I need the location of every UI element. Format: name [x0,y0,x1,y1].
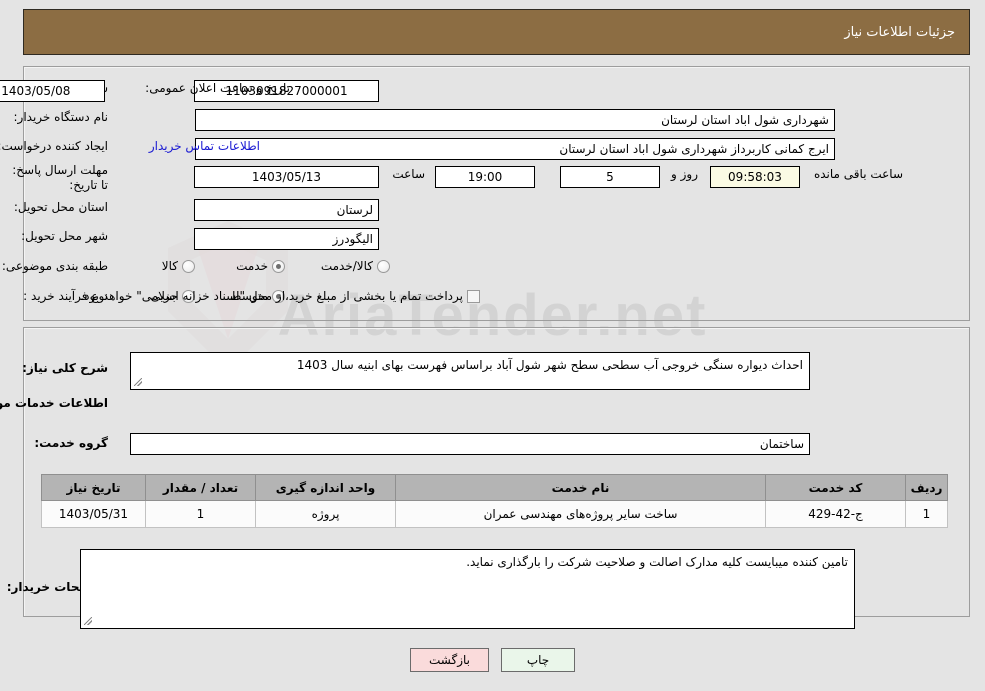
services-table-wrap: ردیف کد خدمت نام خدمت واحد اندازه گیری ت… [41,474,948,528]
category-option-kala-label: کالا [161,259,178,273]
category-option-kala-khedmat-label: کالا/خدمت [320,259,373,273]
table-row: 1 ج-42-429 ساخت سایر پروژه‌های مهندسی عم… [41,500,948,528]
city-label: شهر محل تحویل: [21,229,108,243]
remaining-days-label: روز و [671,167,698,181]
payment-checkbox[interactable] [467,289,480,303]
category-label: طبقه بندی موضوعی: [1,259,108,273]
payment-checkbox-label: پرداخت تمام یا بخشی از مبلغ خرید،از محل … [80,289,463,303]
deadline-label: مهلت ارسال پاسخ: تا تاریخ: [12,163,108,192]
deadline-hour-label-row: ساعت [392,167,425,181]
category-radio-kala-icon[interactable] [182,259,195,273]
remaining-days-value: 5 [560,166,660,188]
public-announce-value: 1403/05/08 - 08:14 [0,80,105,102]
deadline-date-value: 1403/05/13 [194,166,379,188]
buyer-org-label-row: نام دستگاه خریدار: [14,110,109,124]
category-option-kala[interactable]: کالا [160,259,195,273]
remaining-days-field: 5 [560,166,660,188]
page-title: جزئیات اطلاعات نیاز [844,24,955,40]
return-button[interactable]: بازگشت [410,648,489,672]
creator-value: ایرج کمانی کاربرداز شهرداری شول اباد است… [195,138,835,160]
remaining-time-field: 09:58:03 [710,166,800,188]
service-group-field: ساختمان [130,433,810,455]
general-desc-field-wrap[interactable]: احداث دیواره سنگی خروجی آب سطحی سطح شهر … [130,352,810,390]
action-buttons-bar: بازگشت چاپ [0,648,985,672]
deadline-label-row: مهلت ارسال پاسخ: تا تاریخ: [8,163,108,193]
city-label-row: شهر محل تحویل: [21,229,108,243]
buyer-org-label: نام دستگاه خریدار: [13,110,109,124]
print-button[interactable]: چاپ [501,648,575,672]
public-announce-label: تاریخ و ساعت اعلان عمومی: [145,81,290,95]
buyer-contact-link[interactable]: اطلاعات تماس خریدار [149,139,260,153]
remaining-time-label-row: ساعت باقی مانده [814,167,903,181]
category-radio-kala-khedmat-icon[interactable] [377,259,390,273]
general-desc-label: شرح کلی نیاز: [22,361,108,375]
cell-code: ج-42-429 [765,500,906,528]
remaining-time-value: 09:58:03 [710,166,800,188]
service-group-value: ساختمان [130,433,810,455]
buyer-org-field: شهرداری شول اباد استان لرستان [195,109,835,131]
cell-radif: 1 [905,500,948,528]
col-header-radif: ردیف [905,474,948,501]
col-header-date: تاریخ نیاز [41,474,146,501]
general-desc-textarea[interactable]: احداث دیواره سنگی خروجی آب سطحی سطح شهر … [130,352,810,390]
public-announce-label-row: تاریخ و ساعت اعلان عمومی: [145,81,290,95]
province-label: استان محل تحویل: [13,200,108,214]
category-label-row: طبقه بندی موضوعی: [2,259,108,273]
creator-label-row: ایجاد کننده درخواست: [0,139,108,153]
cell-name: ساخت سایر پروژه‌های مهندسی عمران [395,500,766,528]
service-group-label-row: گروه خدمت: [34,436,108,450]
deadline-hour-label: ساعت [392,167,425,181]
deadline-hour-value: 19:00 [435,166,535,188]
buyer-org-value: شهرداری شول اباد استان لرستان [195,109,835,131]
page-root: جزئیات اطلاعات نیاز AriaTender.net شماره… [0,0,985,691]
cell-unit: پروژه [255,500,396,528]
need-info-panel [23,66,970,321]
col-header-qty: تعداد / مقدار [145,474,256,501]
province-label-row: استان محل تحویل: [14,200,108,214]
table-header-row: ردیف کد خدمت نام خدمت واحد اندازه گیری ت… [41,474,948,501]
category-option-kala-khedmat[interactable]: کالا/خدمت [319,259,390,273]
category-radio-khedmat-icon[interactable] [272,259,285,273]
creator-label: ایجاد کننده درخواست: [0,139,108,153]
buyer-notes-textarea[interactable]: تامین کننده میبایست کلیه مدارک اصالت و ص… [80,549,855,629]
remaining-days-label-row: روز و [671,167,698,181]
deadline-date-field: 1403/05/13 [194,166,379,188]
remaining-time-label: ساعت باقی مانده [813,167,903,181]
public-announce-field: 1403/05/08 - 08:14 [0,80,105,102]
page-header: جزئیات اطلاعات نیاز [23,9,970,55]
col-header-code: کد خدمت [765,474,906,501]
payment-checkbox-row[interactable]: پرداخت تمام یا بخشی از مبلغ خرید،از محل … [78,289,480,303]
city-value: الیگودرز [194,228,379,250]
cell-date: 1403/05/31 [41,500,146,528]
deadline-hour-field: 19:00 [435,166,535,188]
services-table: ردیف کد خدمت نام خدمت واحد اندازه گیری ت… [41,474,948,528]
category-option-khedmat-label: خدمت [236,259,268,273]
category-option-khedmat[interactable]: خدمت [234,259,285,273]
province-field: لرستان [194,199,379,221]
col-header-unit: واحد اندازه گیری [255,474,396,501]
cell-qty: 1 [145,500,256,528]
creator-field: ایرج کمانی کاربرداز شهرداری شول اباد است… [195,138,835,160]
province-value: لرستان [194,199,379,221]
col-header-name: نام خدمت [395,474,766,501]
service-group-label: گروه خدمت: [34,436,108,450]
general-desc-label-row: شرح کلی نیاز: [22,361,108,375]
services-section-title: اطلاعات خدمات مورد نیاز [0,396,108,410]
buyer-notes-field-wrap[interactable]: تامین کننده میبایست کلیه مدارک اصالت و ص… [80,549,855,629]
city-field: الیگودرز [194,228,379,250]
buyer-contact-link-wrap[interactable]: اطلاعات تماس خریدار [149,139,260,153]
